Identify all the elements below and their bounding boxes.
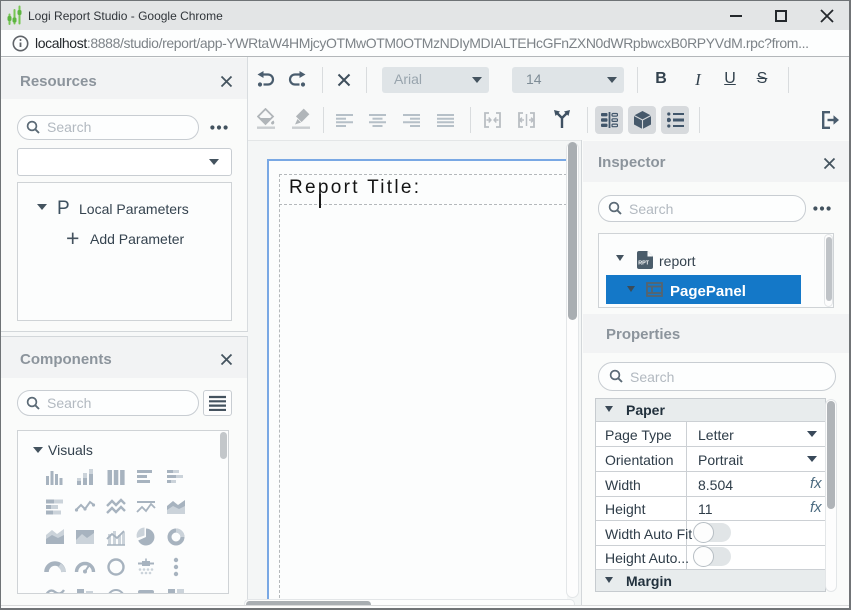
svg-text:RPT: RPT [638, 261, 649, 267]
